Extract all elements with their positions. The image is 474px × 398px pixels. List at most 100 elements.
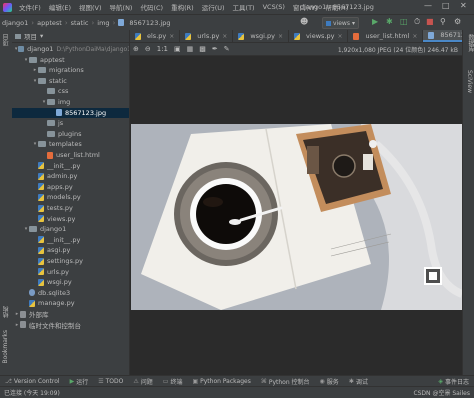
run-config-select[interactable]: views ▾: [322, 17, 359, 29]
project-tree-item[interactable]: ▸ 外部库: [12, 309, 129, 319]
coffee-photo: [131, 124, 462, 310]
bottom-tool-eventlog[interactable]: ◈ 事件日志: [433, 377, 474, 386]
zoom-in-icon[interactable]: ⊕: [130, 45, 142, 53]
menu-file[interactable]: 文件(F): [15, 2, 45, 12]
editor-tab[interactable]: wsgi.py ×: [233, 30, 290, 42]
project-panel-title[interactable]: 项目: [24, 31, 37, 41]
navigation-bar: django1 › apptest › static › img › 8567123.j…: [0, 14, 474, 31]
project-tree-item[interactable]: css: [12, 86, 129, 96]
python-file-icon: [38, 162, 44, 170]
project-tree-item[interactable]: views.py: [12, 214, 129, 224]
close-tab-icon[interactable]: ×: [412, 33, 417, 40]
close-tab-icon[interactable]: ×: [222, 33, 227, 40]
project-tree-item[interactable]: apps.py: [12, 182, 129, 192]
bottom-tool-problems[interactable]: ⚠ 问题: [128, 377, 157, 386]
project-tree-item[interactable]: js: [12, 118, 129, 128]
project-tree-item[interactable]: 8567123.jpg: [12, 107, 129, 118]
structure-tool-tab[interactable]: 结构: [2, 306, 11, 318]
sciview-tool-tab[interactable]: SciView: [466, 70, 473, 93]
database-tool-tab[interactable]: 数据库: [466, 34, 474, 52]
menu-view[interactable]: 视图(V): [75, 2, 106, 12]
fit-zoom-icon[interactable]: ▣: [171, 45, 184, 53]
breadcrumb-img[interactable]: img: [95, 19, 111, 27]
project-tree-item[interactable]: ▾ img: [12, 97, 129, 107]
folder-icon: [38, 77, 46, 84]
maximize-icon[interactable]: □: [442, 1, 450, 10]
project-tree-item[interactable]: ▾ static: [12, 76, 129, 86]
breadcrumb-project[interactable]: django1: [0, 19, 30, 27]
project-tree-item[interactable]: ▾ django1 D:\PythonDaiMa\django1: [12, 44, 129, 54]
bottom-tool-services[interactable]: ◉ 服务: [315, 377, 344, 386]
project-tree-item[interactable]: ▸ migrations: [12, 65, 129, 75]
bottom-tool-packages[interactable]: ▣ Python Packages: [187, 378, 255, 385]
stop-icon[interactable]: ■: [426, 18, 434, 26]
project-tree-item[interactable]: user_list.html: [12, 150, 129, 160]
project-tree-label: migrations: [49, 66, 84, 75]
close-tab-icon[interactable]: ×: [169, 33, 174, 40]
bottom-tool-label: TODO: [105, 378, 124, 385]
profile-icon[interactable]: ⏱: [414, 18, 420, 26]
project-tree-item[interactable]: ▾ django1: [12, 224, 129, 234]
project-tree-label: img: [58, 98, 71, 106]
run-icon[interactable]: ▶: [372, 18, 378, 26]
project-tree-item[interactable]: ▾ templates: [12, 139, 129, 149]
menu-refactor[interactable]: 重构(R): [167, 2, 198, 12]
bottom-tool-todo[interactable]: ☰ TODO: [93, 378, 128, 385]
close-icon[interactable]: ✕: [460, 1, 467, 10]
project-tree-item[interactable]: urls.py: [12, 267, 129, 277]
close-tab-icon[interactable]: ×: [337, 33, 342, 40]
project-tree-item[interactable]: wsgi.py: [12, 277, 129, 287]
status-bar: 已连接 (今天 19:09) CSDN @空景 Sailes: [0, 386, 474, 398]
project-tree-item[interactable]: plugins: [12, 129, 129, 139]
project-tree-label: views.py: [47, 214, 76, 223]
external-editor-icon[interactable]: ✎: [221, 45, 233, 53]
chessboard-icon[interactable]: ▩: [196, 45, 209, 53]
grid-icon[interactable]: ▦: [184, 45, 197, 53]
bottom-tool-label: 服务: [326, 379, 339, 386]
editor-tab[interactable]: urls.py ×: [180, 30, 234, 42]
project-tree-item[interactable]: db.sqlite3: [12, 288, 129, 298]
project-tree-item[interactable]: manage.py: [12, 298, 129, 308]
menu-edit[interactable]: 编辑(E): [45, 2, 75, 12]
bookmarks-tool-tab[interactable]: Bookmarks: [2, 330, 9, 364]
project-tree-item[interactable]: asgi.py: [12, 245, 129, 255]
project-tree-item[interactable]: models.py: [12, 192, 129, 202]
project-tree-item[interactable]: tests.py: [12, 203, 129, 213]
menu-vcs[interactable]: VCS(S): [259, 3, 289, 11]
project-tree-item[interactable]: __init__.py: [12, 161, 129, 171]
project-tree-item[interactable]: __init__.py: [12, 235, 129, 245]
project-tree-item[interactable]: admin.py: [12, 171, 129, 181]
user-icon[interactable]: ☻: [300, 18, 308, 26]
breadcrumb-static[interactable]: static: [69, 19, 91, 27]
zoom-out-icon[interactable]: ⊖: [142, 45, 154, 53]
editor-tab[interactable]: user_list.html ×: [348, 30, 424, 42]
menu-code[interactable]: 代码(C): [136, 2, 167, 12]
editor-tab[interactable]: views.py ×: [289, 30, 349, 42]
chevron-down-icon[interactable]: ▾: [40, 32, 43, 40]
bottom-tool-debug[interactable]: ✱ 调试: [344, 377, 373, 386]
menu-navigate[interactable]: 导航(N): [106, 2, 137, 12]
search-icon[interactable]: ⚲: [440, 18, 446, 26]
breadcrumb-apptest[interactable]: apptest: [35, 19, 64, 27]
coverage-icon[interactable]: ◫: [400, 18, 408, 26]
menu-tools[interactable]: 工具(T): [229, 2, 259, 12]
bottom-tool-console[interactable]: ⌘ Python 控制台: [256, 377, 315, 386]
bottom-tool-terminal[interactable]: ▭ 终端: [158, 377, 188, 386]
debug-icon[interactable]: ✱: [386, 18, 393, 26]
project-tool-tab[interactable]: 项目: [2, 34, 11, 46]
close-tab-icon[interactable]: ×: [278, 33, 283, 40]
actual-size-icon[interactable]: 1:1: [154, 45, 171, 53]
menu-run[interactable]: 运行(U): [198, 2, 229, 12]
project-tree-item[interactable]: settings.py: [12, 256, 129, 266]
minimize-icon[interactable]: —: [424, 1, 432, 10]
settings-icon[interactable]: ⚙: [454, 18, 461, 26]
editor-tab[interactable]: 8567123.jpg×: [423, 30, 462, 42]
project-tree-item[interactable]: ▸ 临时文件和控制台: [12, 320, 129, 330]
editor-tab[interactable]: els.py ×: [130, 30, 181, 42]
bottom-tool-vcs[interactable]: ⎇ Version Control: [0, 378, 65, 385]
color-picker-icon[interactable]: ✒: [209, 45, 221, 53]
breadcrumb-file[interactable]: 8567123.jpg: [127, 19, 172, 27]
bottom-tool-run[interactable]: ▶ 运行: [65, 377, 94, 386]
bottom-tool-label: 运行: [76, 379, 89, 386]
project-tree-item[interactable]: ▾ apptest: [12, 55, 129, 65]
